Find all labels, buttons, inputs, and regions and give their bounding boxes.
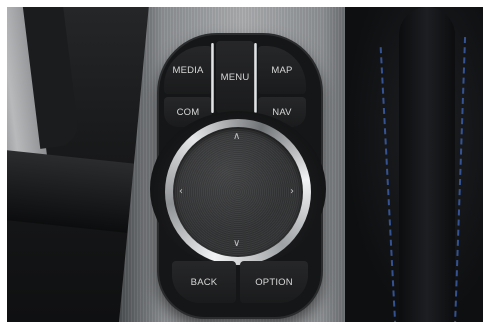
chrome-divider-left: [211, 43, 214, 113]
media-button-label: MEDIA: [172, 64, 204, 76]
back-button[interactable]: BACK: [172, 261, 236, 303]
chevron-right-icon: ›: [290, 186, 294, 197]
left-console-edge: [7, 150, 135, 234]
chevron-left-icon: ‹: [179, 186, 183, 197]
chrome-divider-right: [254, 43, 257, 113]
menu-button[interactable]: MENU: [216, 41, 254, 113]
nav-button-label: NAV: [272, 106, 292, 118]
com-button-label: COM: [176, 106, 200, 118]
map-button-label: MAP: [271, 64, 293, 76]
option-button-label: OPTION: [255, 276, 293, 288]
car-console-photo: MEDIA COM MENU MAP NAV ∧ ∨ ‹ › BACK OPTI…: [7, 7, 483, 322]
chevron-up-icon: ∧: [233, 131, 241, 142]
menu-button-label: MENU: [220, 71, 250, 83]
seat-bolster: [399, 7, 455, 322]
chevron-down-icon: ∨: [233, 238, 241, 249]
back-button-label: BACK: [190, 276, 218, 288]
